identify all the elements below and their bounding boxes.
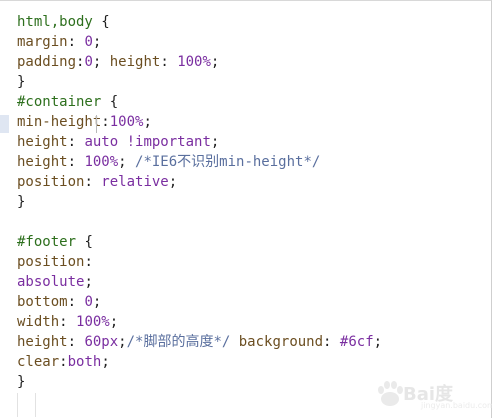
code-token-prop: height	[17, 134, 68, 150]
code-line[interactable]: #container {	[17, 92, 382, 112]
code-token-selector: #footer	[17, 234, 85, 250]
code-token-brace: }	[17, 74, 26, 90]
paw-logo-icon	[378, 381, 403, 406]
code-line[interactable]: padding:0; height: 100%;	[17, 52, 382, 72]
code-token-punct: ;	[373, 334, 383, 350]
code-line[interactable]: position:	[17, 252, 382, 272]
code-token-comment: /*IE6不识别min-height*/	[135, 154, 321, 170]
indent-guide	[35, 393, 36, 417]
code-token-brace: {	[84, 234, 93, 250]
code-token-punct: :	[59, 314, 77, 330]
code-line[interactable]: #footer {	[17, 232, 382, 252]
code-token-comment: /*脚部的高度*/	[126, 334, 231, 350]
code-line[interactable]: }	[17, 372, 382, 392]
code-token-punct	[118, 134, 126, 150]
code-token-punct: :	[101, 114, 110, 130]
code-token-brace: {	[109, 94, 119, 110]
code-token-value: absolute	[17, 274, 85, 290]
code-token-number: 100%	[177, 54, 211, 70]
code-line[interactable]: html,body {	[17, 12, 382, 32]
code-token-value: #6cf	[339, 334, 374, 350]
code-line[interactable]: absolute;	[17, 272, 382, 292]
code-token-number: 0	[84, 294, 93, 310]
code-token-punct: ;	[109, 314, 119, 330]
code-token-prop: position	[17, 254, 85, 270]
code-token-number: 60px	[84, 334, 119, 350]
code-line[interactable]	[17, 212, 382, 232]
code-token-punct: ;	[92, 294, 102, 310]
code-token-prop: background	[238, 334, 324, 350]
code-token-prop: padding	[17, 54, 77, 70]
code-token-punct: ;	[101, 354, 110, 370]
code-line[interactable]: clear:both;	[17, 352, 382, 372]
code-line[interactable]: height: auto !important;	[17, 132, 382, 152]
code-line[interactable]: width: 100%;	[17, 312, 382, 332]
code-token-value: relative	[101, 174, 169, 190]
code-token-brace: {	[101, 14, 110, 30]
code-token-prop: height	[109, 54, 161, 70]
code-token-brace: }	[17, 374, 26, 390]
code-token-punct: ;	[84, 274, 93, 290]
code-token-punct: ;	[92, 54, 110, 70]
code-token-number: 0	[84, 34, 93, 50]
code-token-number: 100%	[109, 114, 144, 130]
code-token-number: 100%	[84, 154, 119, 170]
code-token-punct: ;	[210, 54, 220, 70]
code-token-prop: width	[17, 314, 60, 330]
code-editor[interactable]: html,body {margin: 0; padding:0; height: …	[0, 0, 492, 418]
code-token-punct: ;	[168, 174, 178, 190]
code-token-punct: :	[67, 154, 85, 170]
code-line[interactable]: }	[17, 192, 382, 212]
code-token-number: 100%	[76, 314, 110, 330]
watermark-sub: jingyan.baidu.com	[421, 401, 492, 410]
code-line[interactable]: bottom: 0;	[17, 292, 382, 312]
code-token-brace: }	[17, 194, 26, 210]
text-cursor	[96, 115, 97, 133]
code-token-punct: :	[67, 134, 85, 150]
code-token-number: 0	[84, 54, 93, 70]
code-line[interactable]: min-height:100%;	[17, 112, 382, 132]
editor-gutter	[0, 1, 9, 418]
code-token-punct: ;	[118, 334, 127, 350]
current-line-marker	[0, 115, 9, 133]
code-token-punct: :	[67, 34, 85, 50]
code-token-prop: margin	[17, 34, 68, 50]
code-token-punct: :	[84, 174, 102, 190]
code-token-prop: clear	[17, 354, 60, 370]
code-line[interactable]: height: 60px;/*脚部的高度*/ background: #6cf;	[17, 332, 382, 352]
code-token-punct: ;	[143, 114, 152, 130]
baidu-watermark: Bai度 jingyan.baidu.com	[373, 374, 492, 414]
code-area[interactable]: html,body {margin: 0; padding:0; height: …	[17, 12, 382, 392]
code-token-punct: :	[67, 294, 85, 310]
indent-guide	[17, 393, 18, 417]
code-token-punct: ;	[118, 154, 136, 170]
code-token-punct: ;	[92, 34, 102, 50]
code-token-important: !important	[126, 134, 211, 150]
code-line[interactable]: margin: 0;	[17, 32, 382, 52]
code-token-punct: :	[160, 54, 178, 70]
code-token-prop: bottom	[17, 294, 68, 310]
code-token-prop: min-height	[17, 114, 102, 130]
code-token-value: auto	[84, 134, 119, 150]
code-line[interactable]: position: relative;	[17, 172, 382, 192]
code-token-punct: ;	[210, 134, 220, 150]
code-line[interactable]: height: 100%; /*IE6不识别min-height*/	[17, 152, 382, 172]
code-token-prop: height	[17, 154, 68, 170]
code-token-selector: #container	[17, 94, 110, 110]
code-token-prop: height	[17, 334, 68, 350]
code-token-punct	[230, 334, 238, 350]
code-token-prop: position	[17, 174, 85, 190]
code-line[interactable]: }	[17, 72, 382, 92]
code-token-selector: html,body	[17, 14, 102, 30]
code-token-value: both	[67, 354, 102, 370]
code-token-punct: :	[59, 354, 68, 370]
code-token-punct: :	[323, 334, 340, 350]
code-token-punct: :	[84, 254, 93, 270]
code-token-punct: :	[67, 334, 85, 350]
